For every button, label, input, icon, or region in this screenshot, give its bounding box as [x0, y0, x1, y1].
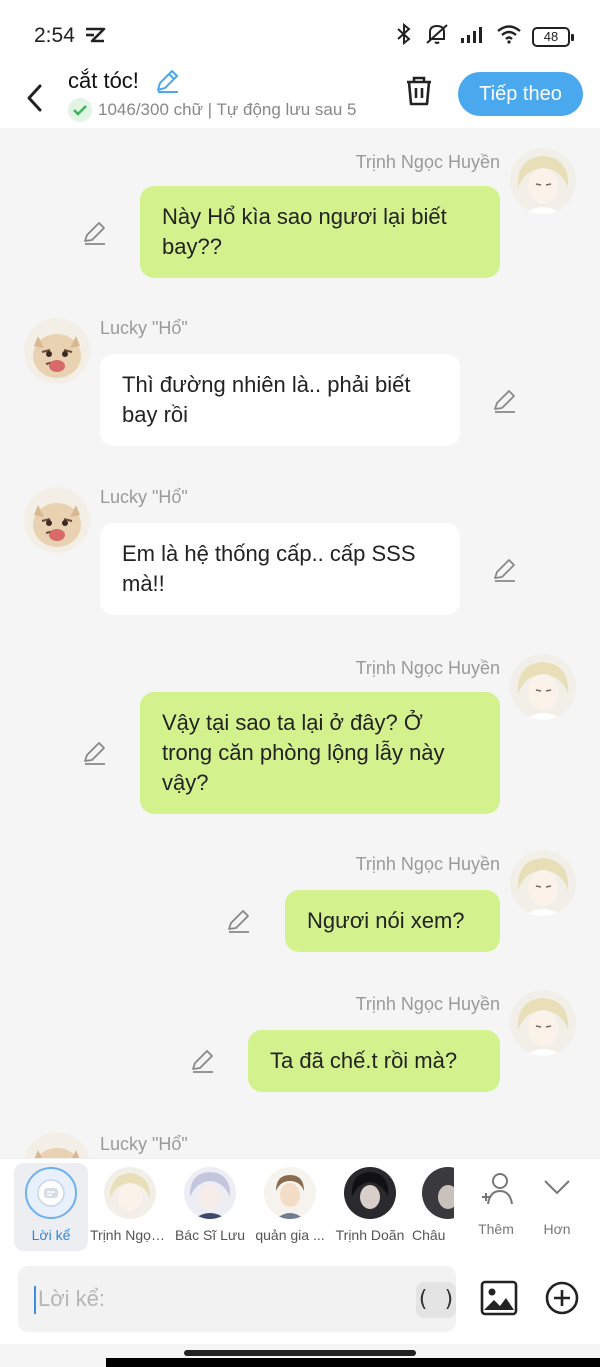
add-character-button[interactable]: Thêm [466, 1159, 526, 1257]
message-bubble[interactable]: Vậy tại sao ta lại ở đây? Ở trong căn ph… [140, 692, 500, 814]
editor-header: cắt tóc! 1046/300 chữ | Tự động lưu sau … [0, 68, 600, 128]
edit-message-icon[interactable] [190, 1048, 216, 1074]
message-bubble[interactable]: Ta đã chế.t rồi mà? [248, 1030, 500, 1092]
sender-name: Trịnh Ngọc Huyền [355, 152, 500, 172]
character-item[interactable]: quản gia ... [250, 1159, 330, 1257]
app-notification-icon [84, 26, 106, 49]
message-bubble[interactable]: Em là hệ thống cấp.. cấp SSS mà!! [100, 523, 460, 615]
edit-title-icon[interactable] [154, 68, 180, 99]
edit-message-icon[interactable] [82, 740, 108, 766]
avatar[interactable] [24, 487, 90, 553]
add-label: Thêm [478, 1221, 514, 1237]
next-button[interactable]: Tiếp theo [458, 72, 583, 116]
character-item[interactable]: Bác Sĩ Lưu [170, 1159, 250, 1257]
composer: Lời kể: ( ) [0, 1256, 600, 1344]
character-item[interactable]: Trịnh Doãn [330, 1159, 410, 1257]
signal-icon [460, 24, 486, 49]
character-label: Châu [412, 1227, 446, 1243]
avatar [344, 1167, 396, 1219]
edit-message-icon[interactable] [82, 220, 108, 246]
avatar[interactable] [510, 990, 576, 1056]
check-icon [68, 98, 92, 122]
avatar[interactable] [510, 148, 576, 214]
sender-name: Trịnh Ngọc Huyền [355, 854, 500, 874]
edit-message-icon[interactable] [226, 908, 252, 934]
status-bar: 2:54 48 [0, 0, 600, 68]
sender-name: Lucky "Hổ" [100, 1134, 188, 1154]
avatar[interactable] [510, 654, 576, 720]
add-person-icon [480, 1171, 516, 1212]
avatar [104, 1167, 156, 1219]
image-icon[interactable] [480, 1280, 518, 1321]
autosave-text: 1046/300 chữ | Tự động lưu sau 5 [98, 100, 357, 119]
page-title: cắt tóc! [68, 68, 139, 93]
text-caret [34, 1286, 36, 1314]
character-label: quản gia ... [255, 1227, 325, 1243]
character-label: Bác Sĩ Lưu [174, 1227, 246, 1243]
character-label: Lời kể [31, 1227, 71, 1243]
parentheses-button[interactable]: ( ) [416, 1282, 456, 1318]
avatar [422, 1167, 454, 1219]
wifi-icon [496, 24, 522, 49]
avatar [184, 1167, 236, 1219]
edit-message-icon[interactable] [492, 388, 518, 414]
silent-bell-icon [424, 22, 450, 51]
narrator-chat-icon [25, 1167, 77, 1219]
edit-message-icon[interactable] [492, 557, 518, 583]
avatar[interactable] [24, 1132, 90, 1158]
sender-name: Trịnh Ngọc Huyền [355, 658, 500, 678]
character-label: Trịnh Ngọc Huyền [90, 1227, 170, 1243]
more-label: Hơn [543, 1221, 571, 1237]
home-indicator [184, 1350, 416, 1356]
bluetooth-icon [394, 22, 414, 51]
message-input[interactable]: Lời kể: ( ) [18, 1266, 456, 1332]
trash-icon[interactable] [404, 74, 434, 113]
message-bubble[interactable]: Ngươi nói xem? [285, 890, 500, 952]
character-selector: Lời kể Trịnh Ngọc Huyền Bác Sĩ Lưu quản … [0, 1158, 600, 1256]
chevron-down-icon [543, 1177, 571, 1202]
avatar[interactable] [510, 850, 576, 916]
more-button[interactable]: Hơn [527, 1159, 587, 1257]
navigation-strip [106, 1358, 600, 1367]
character-item[interactable]: Châu [410, 1159, 454, 1257]
autosave-status: 1046/300 chữ | Tự động lưu sau 5 [68, 98, 380, 122]
sender-name: Lucky "Hổ" [100, 318, 188, 338]
character-narrator[interactable]: Lời kể [14, 1163, 88, 1251]
status-time: 2:54 [34, 24, 75, 47]
input-placeholder: Lời kể: [38, 1286, 106, 1311]
avatar [264, 1167, 316, 1219]
character-label: Trịnh Doãn [335, 1227, 405, 1243]
sender-name: Lucky "Hổ" [100, 487, 188, 507]
character-item[interactable]: Trịnh Ngọc Huyền [90, 1159, 170, 1257]
message-bubble[interactable]: Này Hổ kìa sao ngươi lại biết bay?? [140, 186, 500, 278]
message-bubble[interactable]: Thì đường nhiên là.. phải biết bay rồi [100, 354, 460, 446]
sender-name: Trịnh Ngọc Huyền [355, 994, 500, 1014]
chat-area[interactable]: Trịnh Ngọc Huyền Này Hổ kìa sao ngươi lạ… [0, 128, 600, 1158]
back-button[interactable] [20, 76, 50, 120]
add-circle-icon[interactable] [544, 1280, 580, 1321]
avatar[interactable] [24, 318, 90, 384]
battery-icon: 48 [532, 26, 574, 47]
